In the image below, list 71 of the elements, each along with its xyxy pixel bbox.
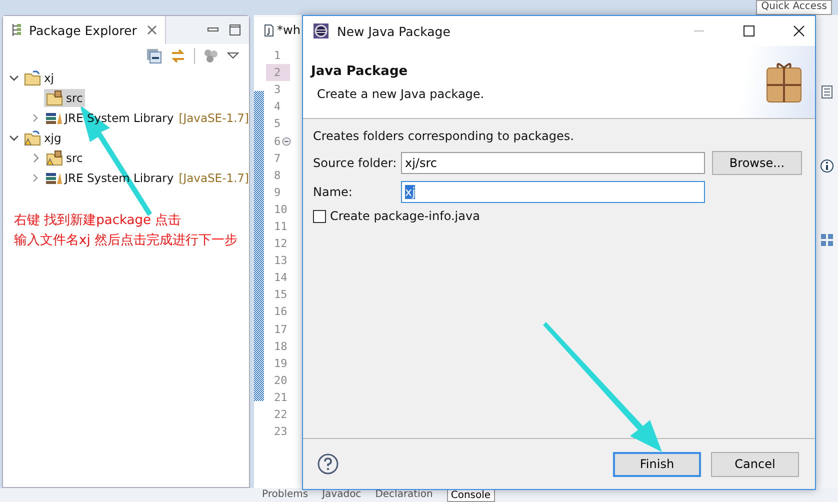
line-number: 21 — [273, 390, 288, 406]
page-message: Create a new Java package. — [316, 86, 486, 100]
field-label: Name: — [313, 185, 354, 199]
package-box-icon — [765, 60, 803, 104]
line-number: 18 — [273, 338, 288, 355]
collapsed-chevron-icon[interactable] — [31, 153, 41, 163]
collapsed-chevron-icon[interactable] — [31, 173, 40, 183]
line-number: 13 — [273, 253, 288, 270]
description-text: Creates folders corresponding to packages. — [313, 129, 575, 143]
dialog-title: New Java Package — [337, 24, 450, 38]
grid-icon[interactable] — [820, 233, 834, 247]
browse-button[interactable]: Browse... — [712, 151, 802, 175]
line-number: 14 — [273, 270, 288, 286]
editor-tab[interactable]: *wh — [254, 17, 302, 43]
eclipse-icon — [313, 23, 329, 39]
collapse-all-icon[interactable] — [146, 48, 162, 64]
document-icon[interactable] — [821, 85, 833, 99]
finish-button[interactable]: Finish — [613, 452, 701, 476]
field-label: Source folder: — [313, 156, 398, 170]
help-icon[interactable] — [317, 453, 339, 475]
line-number: 20 — [273, 372, 288, 389]
line-number: 8 — [273, 168, 282, 184]
line-number: 23 — [273, 424, 288, 440]
line-number: 3 — [273, 82, 282, 98]
view-tab[interactable]: Problems — [262, 488, 308, 502]
line-number: 10 — [273, 202, 288, 218]
line-number: 17 — [273, 322, 288, 338]
info-icon[interactable] — [820, 159, 834, 173]
link-editor-icon[interactable] — [170, 48, 186, 64]
tree-item[interactable]: src — [44, 89, 85, 107]
line-number: 15 — [273, 287, 288, 304]
tree-item[interactable]: src — [44, 149, 85, 167]
cancel-button[interactable]: Cancel — [711, 452, 799, 476]
view-menu-icon[interactable] — [227, 52, 239, 60]
line-number: 12 — [273, 236, 288, 252]
jre-version-label: [JavaSE-1.7] — [178, 111, 249, 125]
filter-icon[interactable] — [203, 48, 219, 64]
line-number: 11 — [273, 218, 288, 235]
fold-icon[interactable] — [282, 136, 291, 146]
close-icon[interactable] — [793, 25, 805, 37]
source-folder-field[interactable]: xj/src — [401, 152, 705, 174]
checkbox-label: Create package-info.java — [330, 209, 480, 223]
expanded-chevron-icon[interactable] — [9, 73, 19, 83]
line-number: 1 — [273, 48, 282, 64]
collapsed-chevron-icon[interactable] — [31, 113, 40, 123]
java-file-icon — [264, 24, 274, 36]
line-number: 16 — [273, 304, 288, 320]
line-number: 19 — [273, 356, 288, 372]
jre-version-label: [JavaSE-1.7] — [178, 171, 249, 185]
checkbox[interactable] — [313, 210, 326, 222]
line-number: 9 — [273, 184, 282, 201]
maximize-icon[interactable] — [229, 24, 241, 36]
name-field[interactable]: xj — [401, 181, 705, 203]
maximize-icon[interactable] — [743, 25, 755, 37]
tree-item[interactable]: xj — [22, 69, 56, 87]
line-number: 22 — [273, 407, 288, 424]
panel-title: Package Explorer — [29, 22, 137, 38]
expanded-chevron-icon[interactable] — [9, 133, 19, 143]
annotation-text: 右键 找到新建package 点击 — [14, 212, 182, 230]
line-number: 4 — [273, 99, 282, 116]
line-number: 6 — [266, 132, 300, 150]
package-explorer-tab[interactable]: Package Explorer — [3, 16, 166, 44]
view-tab[interactable]: Declaration — [375, 488, 433, 502]
package-explorer-icon — [11, 23, 23, 37]
view-tab[interactable]: Javadoc — [322, 488, 362, 502]
quick-access-field[interactable]: Quick Access — [756, 0, 832, 15]
line-number: 5 — [273, 116, 282, 132]
tree-item[interactable]: xjg — [22, 129, 64, 147]
annotation-text: 输入文件名xj 然后点击完成进行下一步 — [14, 232, 238, 250]
page-heading: Java Package — [311, 64, 409, 78]
line-number: 7 — [273, 150, 282, 167]
